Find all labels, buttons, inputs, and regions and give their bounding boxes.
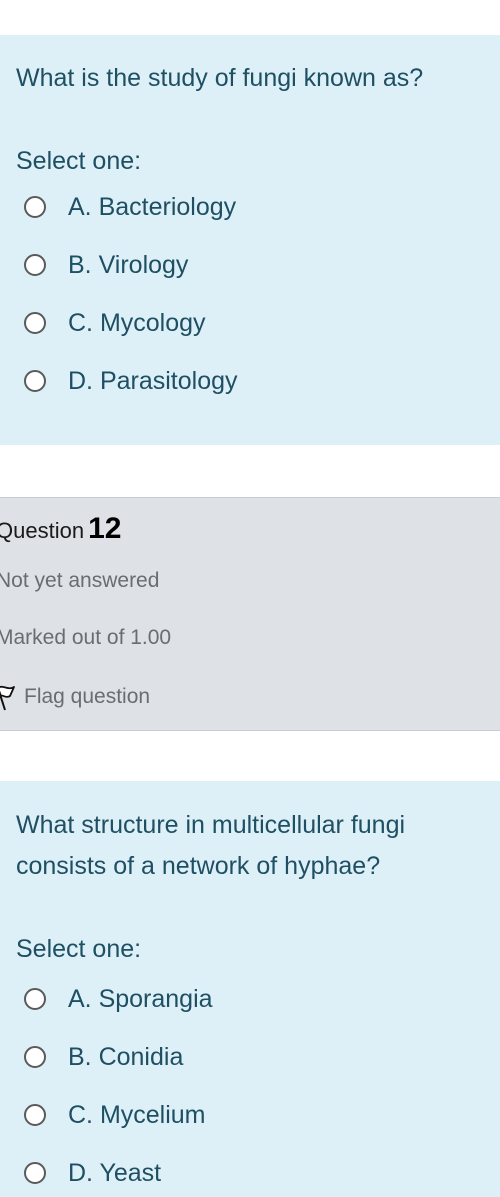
radio-button[interactable] xyxy=(24,1162,46,1184)
answer-option-d[interactable]: D. Yeast xyxy=(24,1153,161,1193)
answer-option-b[interactable]: B. Conidia xyxy=(24,1037,183,1077)
answer-status: Not yet answered xyxy=(0,569,160,592)
flag-question-link[interactable]: Flag question xyxy=(0,682,150,712)
radio-button[interactable] xyxy=(24,312,46,334)
question-12-content: What structure in multicellular fungi co… xyxy=(0,781,500,1197)
radio-button[interactable] xyxy=(24,370,46,392)
question-text: What structure in multicellular fungi co… xyxy=(16,811,406,880)
select-one-label: Select one: xyxy=(16,935,142,963)
answer-option-label: C. Mycology xyxy=(68,308,206,337)
select-one-label: Select one: xyxy=(16,147,142,175)
answer-option-c[interactable]: C. Mycology xyxy=(24,303,206,343)
answer-option-a[interactable]: A. Sporangia xyxy=(24,979,213,1019)
flag-outline-icon[interactable] xyxy=(0,682,18,712)
answer-option-label: C. Mycelium xyxy=(68,1100,206,1129)
answer-option-c[interactable]: C. Mycelium xyxy=(24,1095,206,1135)
question-11-content: What is the study of fungi known as? Sel… xyxy=(0,35,500,445)
answer-option-label: D. Parasitology xyxy=(68,366,238,395)
quiz-page: What is the study of fungi known as? Sel… xyxy=(0,0,500,1197)
answer-option-d[interactable]: D. Parasitology xyxy=(24,361,238,401)
question-number: 12 xyxy=(88,512,122,545)
answer-option-b[interactable]: B. Virology xyxy=(24,245,188,285)
marks-info: Marked out of 1.00 xyxy=(0,626,172,649)
answer-option-label: B. Virology xyxy=(68,250,189,279)
radio-button[interactable] xyxy=(24,1046,46,1068)
radio-button[interactable] xyxy=(24,196,46,218)
answer-option-label: A. Sporangia xyxy=(68,984,213,1013)
answer-option-label: D. Yeast xyxy=(68,1158,162,1187)
answer-option-label: A. Bacteriology xyxy=(68,192,237,221)
answer-option-a[interactable]: A. Bacteriology xyxy=(24,187,236,227)
question-text: What is the study of fungi known as? xyxy=(16,64,424,92)
radio-button[interactable] xyxy=(24,254,46,276)
answer-option-label: B. Conidia xyxy=(68,1042,184,1071)
question-12-info: Question 12 Not yet answered Marked out o… xyxy=(0,497,500,731)
flag-question-label[interactable]: Flag question xyxy=(24,685,150,709)
radio-button[interactable] xyxy=(24,1104,46,1126)
radio-button[interactable] xyxy=(24,988,46,1010)
question-number-heading: Question 12 xyxy=(0,512,121,546)
question-word: Question xyxy=(0,518,85,543)
